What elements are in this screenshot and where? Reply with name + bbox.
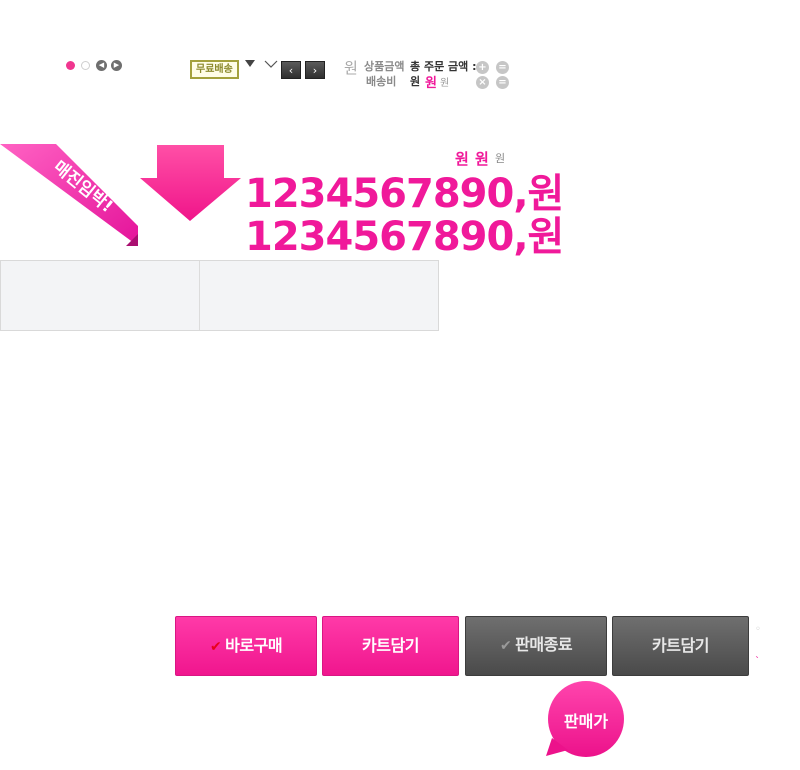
nav-prev-button[interactable]: ‹ (281, 61, 301, 79)
prev-slide-icon[interactable]: ◀ (96, 60, 107, 71)
sold-out-button[interactable]: ✔ 판매종료 (465, 616, 607, 676)
product-info-box (0, 260, 439, 331)
shipping-fee-label: 배송비 (366, 75, 397, 88)
add-to-cart-label: 카트담기 (362, 636, 419, 655)
won-unit: 원 (410, 75, 421, 88)
plus-icon: + (476, 61, 489, 74)
buy-now-label: 바로구매 (225, 636, 283, 655)
won-unit-small: 원 (440, 78, 450, 89)
partial-icon: ◦ (755, 624, 761, 635)
dropdown-triangle-icon[interactable] (245, 60, 255, 67)
check-icon-gray: ✔ (499, 638, 512, 654)
next-slide-icon[interactable]: ▶ (111, 60, 122, 71)
check-icon: ✔ (209, 639, 222, 655)
total-order-label: 총 주문 금액 : (410, 60, 477, 73)
equals-icon: = (496, 61, 509, 74)
down-arrow-icon (140, 145, 241, 221)
bubble-label: 판매가 (563, 712, 609, 731)
original-price: 1234567890,원 (245, 214, 564, 260)
add-to-cart-disabled-label: 카트담기 (652, 636, 709, 655)
partial-mark-icon: ˋ (755, 656, 760, 667)
sold-out-label: 판매종료 (515, 635, 573, 654)
price-won-unit-a: 원 (455, 150, 469, 168)
times-icon: × (476, 76, 489, 89)
sale-price: 1234567890,원 (245, 171, 564, 217)
buy-now-button[interactable]: ✔ 바로구매 (175, 616, 317, 676)
total-won-unit: 원 (425, 76, 437, 91)
add-to-cart-disabled-button[interactable]: 카트담기 (612, 616, 749, 676)
won-unit-light: 원 (344, 59, 358, 77)
price-won-unit-c: 원 (495, 152, 506, 165)
nav-next-button[interactable]: › (305, 61, 325, 79)
info-box-divider (199, 261, 200, 330)
free-shipping-badge: 무료배송 (190, 60, 239, 79)
chevron-down-icon[interactable] (264, 60, 278, 69)
add-to-cart-button[interactable]: 카트담기 (322, 616, 459, 676)
slide-indicator-active[interactable] (66, 61, 75, 70)
product-amount-label: 상품금액 (364, 60, 405, 73)
price-won-unit-b: 원 (475, 150, 489, 168)
slide-indicator[interactable] (81, 61, 90, 70)
equals-icon-2: = (496, 76, 509, 89)
